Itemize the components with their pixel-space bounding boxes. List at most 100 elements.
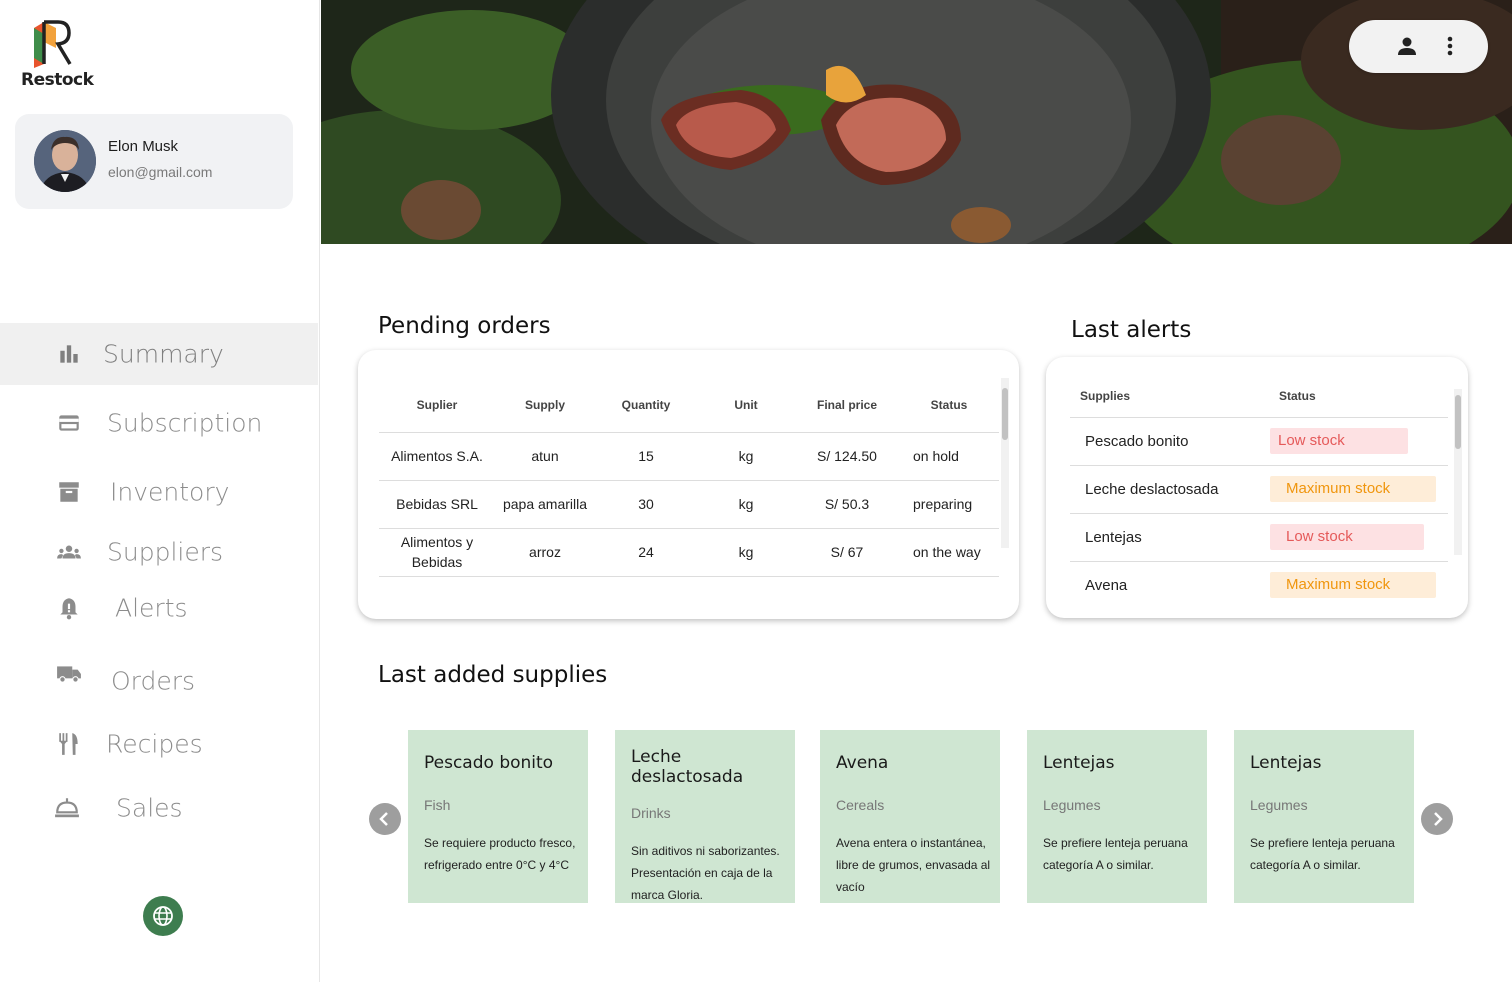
supply-category: Drinks xyxy=(631,805,671,821)
cell-quantity: 24 xyxy=(595,528,697,577)
pending-orders-card: Suplier Supply Quantity Unit Final price… xyxy=(358,350,1019,619)
status-badge: Maximum stock xyxy=(1270,572,1436,599)
alert-supply: Avena xyxy=(1085,576,1128,594)
supply-name: Lentejas xyxy=(1250,753,1322,773)
sidebar-item-sales[interactable]: Sales xyxy=(0,777,318,839)
cell-supplier: Alimentos S.A. xyxy=(379,432,495,481)
sidebar-item-subscription[interactable]: Subscription xyxy=(0,392,318,454)
alerts-scrollbar-thumb[interactable] xyxy=(1455,395,1461,449)
column-header[interactable]: Unit xyxy=(697,378,795,433)
chevron-left-icon xyxy=(379,812,388,826)
table-row[interactable]: Lentejas Low stock xyxy=(1070,513,1448,562)
hero-food-image xyxy=(321,0,1512,244)
person-icon[interactable] xyxy=(1395,34,1419,58)
sidebar-item-suppliers[interactable]: Suppliers xyxy=(0,521,318,583)
table-row[interactable]: Alimentos y Bebidas arroz 24 kg S/ 67 on… xyxy=(379,528,999,577)
supply-description: Avena entera o instantánea, libre de gru… xyxy=(836,836,991,894)
sidebar-item-summary[interactable]: Summary xyxy=(0,323,318,385)
room-service-icon xyxy=(55,798,79,818)
sidebar-item-inventory[interactable]: Inventory xyxy=(0,461,318,523)
column-header[interactable]: Final price xyxy=(795,378,899,433)
cell-supply: arroz xyxy=(495,528,595,577)
cell-final-price: S/ 50.3 xyxy=(795,480,899,529)
truck-icon xyxy=(57,665,81,683)
orders-scrollbar[interactable] xyxy=(1001,378,1009,548)
pending-orders-table: Suplier Supply Quantity Unit Final price… xyxy=(379,378,999,577)
globe-icon xyxy=(153,906,173,926)
supply-card[interactable]: Avena Cereals Avena entera o instantánea… xyxy=(820,730,1000,903)
bell-alert-icon xyxy=(60,598,78,620)
sidebar-item-label: Sales xyxy=(116,793,183,823)
cell-status: on the way xyxy=(899,528,999,577)
cell-supplier: Alimentos y Bebidas xyxy=(379,528,495,577)
supply-card[interactable]: Lentejas Legumes Se prefiere lenteja per… xyxy=(1234,730,1414,903)
brand-name: Restock xyxy=(21,70,94,90)
supply-category: Fish xyxy=(424,797,451,813)
language-button[interactable] xyxy=(143,896,183,936)
supply-category: Legumes xyxy=(1043,797,1101,813)
column-header[interactable]: Quantity xyxy=(595,378,697,433)
status-badge: Maximum stock xyxy=(1270,476,1436,502)
fork-knife-icon xyxy=(59,733,78,755)
archive-box-icon xyxy=(59,482,79,502)
status-badge: Low stock xyxy=(1270,428,1408,454)
alert-supply: Leche deslactosada xyxy=(1070,465,1256,514)
alert-status-cell: Low stock xyxy=(1256,417,1448,466)
table-row[interactable]: Bebidas SRL papa amarilla 30 kg S/ 50.3 … xyxy=(379,480,999,529)
column-header[interactable]: Suplier xyxy=(379,378,495,433)
alert-supply: Pescado bonito xyxy=(1070,417,1256,466)
sidebar-item-label: Suppliers xyxy=(107,537,224,567)
sidebar-item-label: Subscription xyxy=(107,408,263,438)
supply-card[interactable]: Lentejas Legumes Se prefiere lenteja per… xyxy=(1027,730,1207,903)
column-header[interactable]: Status xyxy=(899,378,999,433)
supply-card[interactable]: Pescado bonito Fish Se requiere producto… xyxy=(408,730,588,903)
alert-supply: Lentejas xyxy=(1070,513,1256,562)
status-badge: Low stock xyxy=(1270,524,1424,550)
column-header[interactable]: Supply xyxy=(495,378,595,433)
table-header-row: Suplier Supply Quantity Unit Final price… xyxy=(379,378,999,433)
supply-category: Legumes xyxy=(1250,797,1308,813)
table-row[interactable]: Avena Maximum stock xyxy=(1070,561,1448,609)
sidebar-item-recipes[interactable]: Recipes xyxy=(0,713,318,775)
column-header[interactable]: Supplies xyxy=(1070,375,1256,418)
sidebar-item-orders[interactable]: Orders xyxy=(0,650,318,712)
restock-logo[interactable]: Restock xyxy=(20,18,94,90)
supply-name: Leche deslactosada xyxy=(631,747,744,787)
sidebar: Restock Elon Musk elon@gmail.com Summary… xyxy=(0,0,320,982)
alerts-scrollbar[interactable] xyxy=(1454,389,1462,555)
sidebar-item-label: Inventory xyxy=(110,477,230,507)
supply-name: Avena xyxy=(836,753,889,773)
credit-card-icon xyxy=(59,415,79,431)
cell-supply: papa amarilla xyxy=(495,480,595,529)
column-header[interactable]: Status xyxy=(1256,375,1448,418)
pending-orders-title: Pending orders xyxy=(378,313,551,339)
cell-supply: atun xyxy=(495,432,595,481)
cell-supplier: Bebidas SRL xyxy=(379,480,495,529)
alert-status-cell: Maximum stock xyxy=(1256,561,1448,609)
supply-description: Sin aditivos ni saborizantes. Presentaci… xyxy=(631,844,780,902)
alert-status-cell: Maximum stock xyxy=(1256,465,1448,514)
sidebar-item-label: Alerts xyxy=(115,593,188,623)
sidebar-item-alerts[interactable]: Alerts xyxy=(0,577,318,639)
user-email: elon@gmail.com xyxy=(108,164,213,180)
cell-status: preparing xyxy=(899,480,999,529)
cell-unit: kg xyxy=(697,528,795,577)
group-icon xyxy=(57,545,81,559)
cell-quantity: 15 xyxy=(595,432,697,481)
cell-status: on hold xyxy=(899,432,999,481)
supply-card[interactable]: Leche deslactosada Drinks Sin aditivos n… xyxy=(615,730,795,903)
profile-card[interactable]: Elon Musk elon@gmail.com xyxy=(15,114,293,209)
table-row[interactable]: Alimentos S.A. atun 15 kg S/ 124.50 on h… xyxy=(379,432,999,481)
sidebar-item-label: Orders xyxy=(111,666,196,696)
orders-scrollbar-thumb[interactable] xyxy=(1002,388,1008,440)
chevron-right-icon xyxy=(1434,812,1443,826)
table-row[interactable]: Pescado bonito Low stock xyxy=(1070,417,1448,466)
carousel-prev-button[interactable] xyxy=(369,803,401,835)
bar-chart-icon xyxy=(60,345,78,363)
sidebar-item-label: Recipes xyxy=(106,729,203,759)
carousel-next-button[interactable] xyxy=(1421,803,1453,835)
table-row[interactable]: Leche deslactosada Maximum stock xyxy=(1070,465,1448,514)
supply-description: Se prefiere lenteja peruana categoría A … xyxy=(1043,836,1188,872)
cell-unit: kg xyxy=(697,480,795,529)
more-vertical-icon[interactable] xyxy=(1442,34,1458,58)
